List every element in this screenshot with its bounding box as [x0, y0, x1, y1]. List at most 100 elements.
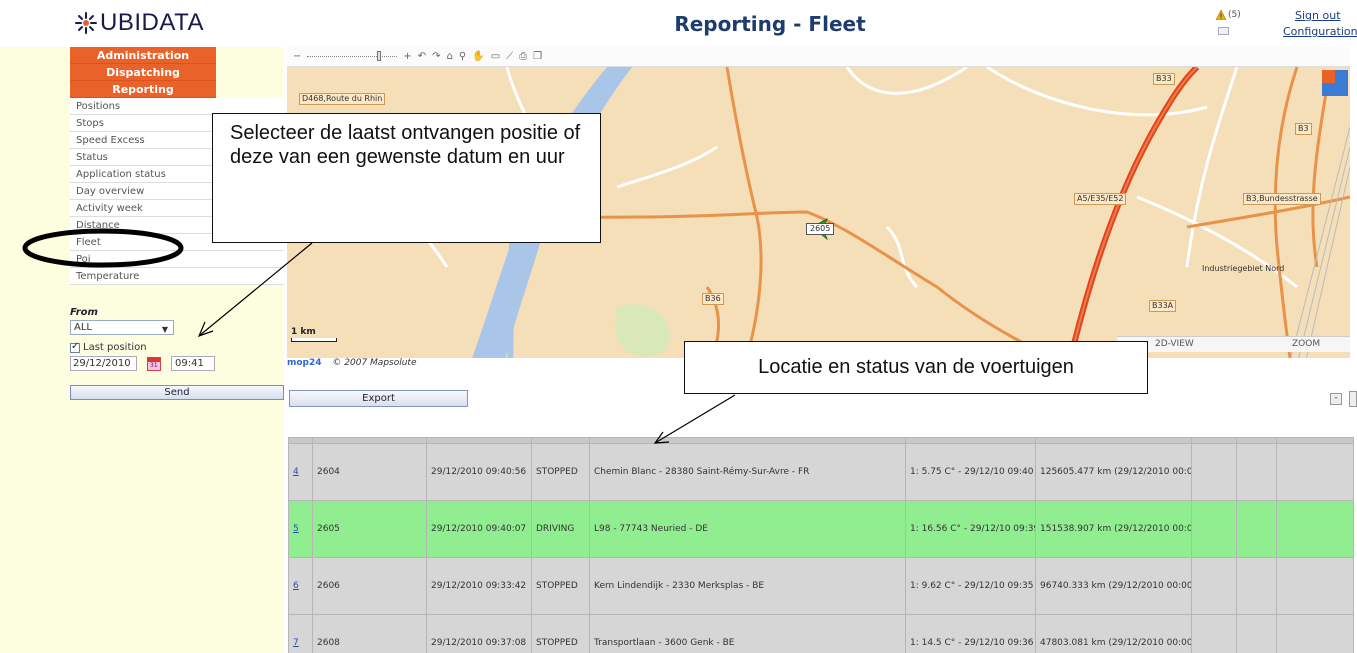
temperature-cell: 1: 9.62 C° - 29/12/10 09:35 2: 9.62 C° -… [905, 557, 1036, 615]
calendar-icon[interactable]: 31 [147, 356, 161, 371]
road-label: A5/E35/E52 [1074, 193, 1127, 205]
logo-text: UBIDATA [100, 9, 204, 36]
date-input[interactable]: 29/12/2010 [70, 356, 137, 371]
zoom-in-icon[interactable]: + [403, 51, 411, 62]
vehicle-marker-label[interactable]: 2605 [806, 223, 835, 235]
road-label: B36 [702, 293, 724, 305]
location-cell: Transportlaan - 3600 Genk - BE [589, 614, 906, 653]
logo-mark-icon [75, 12, 97, 34]
calendar-day: 31 [150, 361, 158, 369]
expand-button[interactable] [1349, 391, 1357, 407]
back-icon[interactable]: ↶ [418, 51, 426, 62]
from-select-value: ALL [74, 322, 92, 333]
row-index-link[interactable]: 4 [293, 467, 299, 477]
annotation-callout-table: Locatie en status van de voertuigen [684, 341, 1148, 394]
odometer-cell: 151538.907 km (29/12/2010 00:00) [1035, 500, 1192, 558]
nav-item-dispatching[interactable]: Dispatching [70, 64, 216, 81]
table-row[interactable]: 6 2606 29/12/2010 09:33:42 STOPPED Kern … [288, 557, 1354, 615]
rectangle-select-icon[interactable]: ▭ [491, 51, 500, 62]
table-row[interactable]: 4 2604 29/12/2010 09:40:56 STOPPED Chemi… [288, 443, 1354, 501]
export-button[interactable]: Export [289, 390, 468, 407]
time-cell: 29/12/2010 09:40:07 [426, 500, 532, 558]
time-cell: 29/12/2010 09:40:56 [426, 443, 532, 501]
vehicle-cell: 2605 [312, 500, 427, 558]
fleet-table: 4 2604 29/12/2010 09:40:56 STOPPED Chemi… [288, 437, 1357, 653]
subnav-item-temperature[interactable]: Temperature [70, 268, 284, 285]
road-label: B3 [1295, 123, 1312, 135]
map-scale: 1 km [291, 327, 337, 342]
pan-hand-icon[interactable]: ✋ [472, 51, 484, 62]
location-cell: Chemin Blanc - 28380 Saint-Rémy-Sur-Avre… [589, 443, 906, 501]
table-row[interactable]: 5 2605 29/12/2010 09:40:07 DRIVING L98 -… [288, 500, 1354, 558]
map-brand: mop24 [287, 358, 322, 368]
map-copyright: © 2007 Mapsolute [332, 358, 417, 368]
window-icon[interactable]: ❐ [533, 51, 542, 62]
row-index-link[interactable]: 7 [293, 638, 299, 648]
road-label: B33 [1153, 73, 1175, 85]
logo: UBIDATA [74, 9, 204, 36]
signout-link[interactable]: Sign out [1295, 9, 1341, 22]
subnav-item-poi[interactable]: Poi [70, 251, 284, 268]
place-label: Industriegebiet Nord [1202, 264, 1285, 273]
from-select[interactable]: ALL ▼ [70, 320, 174, 335]
forward-icon[interactable]: ↷ [432, 51, 440, 62]
measure-icon[interactable]: ⟋ [506, 51, 513, 62]
time-cell: 29/12/2010 09:33:42 [426, 557, 532, 615]
vehicle-cell: 2606 [312, 557, 427, 615]
collapse-button[interactable]: - [1330, 393, 1342, 405]
temperature-cell: 1: 14.5 C° - 29/12/10 09:36 2: 16.06 C° … [905, 614, 1036, 653]
zoom-toggle[interactable]: ZOOM [1292, 339, 1320, 349]
view-toggle[interactable]: 2D-VIEW [1155, 339, 1194, 349]
odometer-cell: 47803.081 km (29/12/2010 00:00) [1035, 614, 1192, 653]
print-icon[interactable]: ⎙ [519, 51, 527, 62]
scale-label: 1 km [291, 327, 316, 337]
zoom-slider-icon[interactable] [307, 51, 398, 61]
temperature-cell: 1: 16.56 C° - 29/12/10 09:39 2: 14.75 C°… [905, 500, 1036, 558]
odometer-cell: 125605.477 km (29/12/2010 00:00) [1035, 443, 1192, 501]
chevron-down-icon: ▼ [161, 325, 168, 334]
location-cell: L98 - 77743 Neuried - DE [589, 500, 906, 558]
pin-icon[interactable]: ⚲ [459, 51, 466, 62]
screen: UBIDATA Reporting - Fleet (5) Sign out C… [0, 0, 1357, 653]
filter-panel: From ALL ▼ Last position 29/12/2010 31 0… [70, 307, 284, 371]
vehicle-cell: 2604 [312, 443, 427, 501]
road-label: D468,Route du Rhin [299, 93, 386, 105]
configuration-link[interactable]: Configuration [1283, 25, 1357, 38]
main-nav: Administration Dispatching Reporting [70, 47, 216, 98]
map-toolbar: − + ↶ ↷ ⌂ ⚲ ✋ ▭ ⟋ ⎙ ❐ [287, 47, 1350, 67]
nav-item-administration[interactable]: Administration [70, 47, 216, 64]
row-index-link[interactable]: 6 [293, 581, 299, 591]
annotation-callout-filter: Selecteer de laatst ontvangen positie of… [212, 113, 601, 243]
callout2-arrow [654, 394, 736, 444]
fleet-table-body: 4 2604 29/12/2010 09:40:56 STOPPED Chemi… [288, 437, 1354, 653]
warning-icon[interactable] [1216, 10, 1226, 20]
last-position-checkbox[interactable] [70, 341, 80, 353]
row-index-link[interactable]: 5 [293, 524, 299, 534]
mail-icon[interactable] [1218, 27, 1229, 35]
alert-count: (5) [1228, 10, 1241, 20]
table-row[interactable]: 7 2608 29/12/2010 09:37:08 STOPPED Trans… [288, 614, 1354, 653]
header: UBIDATA Reporting - Fleet (5) Sign out C… [0, 0, 1357, 46]
vehicle-cell: 2608 [312, 614, 427, 653]
datetime-row: 29/12/2010 31 09:41 [70, 356, 284, 371]
location-cell: Kern Lindendijk - 2330 Merksplas - BE [589, 557, 906, 615]
alerts[interactable]: (5) [1216, 10, 1241, 20]
last-position-label: Last position [83, 342, 147, 353]
page-title: Reporting - Fleet [674, 12, 866, 36]
time-cell: 29/12/2010 09:37:08 [426, 614, 532, 653]
nav-item-reporting[interactable]: Reporting [70, 81, 216, 98]
temperature-cell: 1: 5.75 C° - 29/12/10 09:40 2: 6.12 C° -… [905, 443, 1036, 501]
status-cell: STOPPED [531, 557, 590, 615]
zoom-out-icon[interactable]: − [293, 51, 301, 62]
send-button[interactable]: Send [70, 385, 284, 400]
from-label: From [70, 307, 98, 318]
status-cell: STOPPED [531, 614, 590, 653]
status-cell: STOPPED [531, 443, 590, 501]
last-position-row: Last position [70, 341, 284, 353]
map-view-strip: 2D-VIEW ZOOM [1117, 336, 1350, 352]
time-input[interactable]: 09:41 [171, 356, 215, 371]
road-label: B3,Bundesstrasse [1243, 193, 1321, 205]
status-cell: DRIVING [531, 500, 590, 558]
lock-icon[interactable]: ⌂ [447, 51, 453, 62]
road-label: B33A [1149, 300, 1177, 312]
